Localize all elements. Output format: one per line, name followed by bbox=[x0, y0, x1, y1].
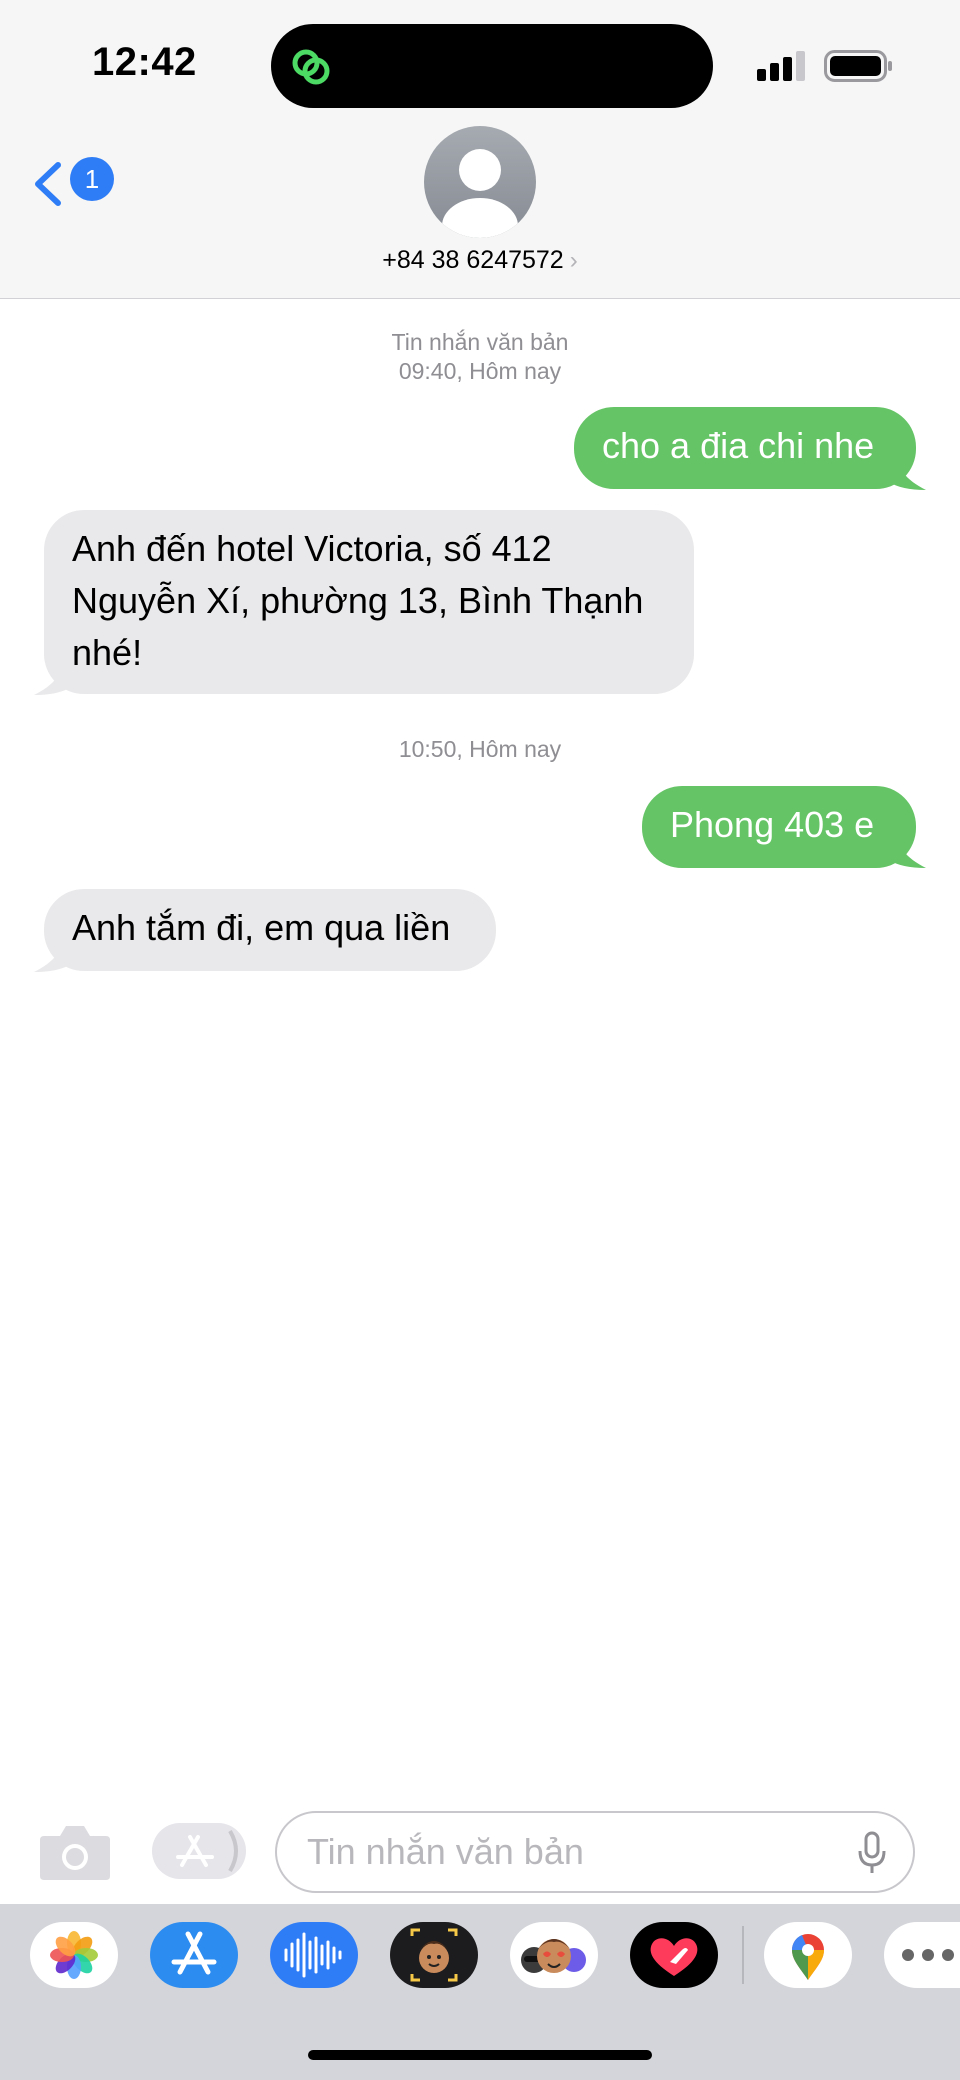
contact-avatar[interactable] bbox=[424, 126, 536, 238]
unread-count-badge: 1 bbox=[70, 157, 114, 201]
tray-divider bbox=[742, 1926, 744, 1984]
audio-message-app-button[interactable] bbox=[270, 1922, 358, 1988]
app-store-icon bbox=[176, 1829, 238, 1873]
outgoing-message[interactable]: cho a đia chi nhe bbox=[574, 407, 916, 489]
more-apps-button[interactable] bbox=[884, 1922, 960, 1988]
person-icon bbox=[442, 149, 518, 238]
photos-app-button[interactable] bbox=[30, 1922, 118, 1988]
timestamp: 09:40, Hôm nay bbox=[398, 358, 562, 384]
memoji-stickers-icon bbox=[521, 1939, 586, 1973]
cellular-signal-icon bbox=[757, 51, 805, 81]
incoming-message[interactable]: Anh đến hotel Victoria, số 412 Nguyễn Xí… bbox=[44, 510, 694, 694]
chevron-left-icon bbox=[35, 162, 61, 206]
battery-icon bbox=[824, 50, 892, 82]
message-input[interactable]: Tin nhắn văn bản bbox=[275, 1811, 915, 1893]
photos-icon bbox=[50, 1931, 98, 1979]
message-input-placeholder: Tin nhắn văn bản bbox=[307, 1831, 584, 1872]
memoji-stickers-app-button[interactable] bbox=[510, 1922, 598, 1988]
digital-touch-app-button[interactable] bbox=[630, 1922, 718, 1988]
google-maps-icon bbox=[791, 1934, 824, 1980]
microphone-icon[interactable] bbox=[857, 1831, 887, 1875]
chevron-right-icon: › bbox=[569, 247, 578, 274]
memoji-icon bbox=[410, 1928, 458, 1982]
memoji-app-button[interactable] bbox=[390, 1922, 478, 1988]
timestamp: 10:50, Hôm nay bbox=[398, 736, 562, 762]
live-activity-icon bbox=[292, 49, 330, 85]
status-time: 12:42 bbox=[92, 40, 197, 84]
back-button[interactable]: 1 bbox=[32, 154, 114, 210]
message-type-label: Tin nhắn văn bản bbox=[391, 329, 569, 355]
more-icon bbox=[902, 1949, 954, 1961]
google-maps-app-button[interactable] bbox=[764, 1922, 852, 1988]
contact-number: +84 38 6247572 bbox=[382, 246, 564, 274]
contact-name-button[interactable]: +84 38 6247572 › bbox=[0, 246, 960, 275]
camera-button[interactable] bbox=[38, 1822, 112, 1882]
apps-button[interactable] bbox=[152, 1823, 246, 1879]
incoming-message[interactable]: Anh tắm đi, em qua liền bbox=[44, 889, 496, 971]
app-store-app-button[interactable] bbox=[150, 1922, 238, 1988]
app-store-icon bbox=[171, 1931, 217, 1975]
digital-touch-icon bbox=[650, 1938, 698, 1976]
home-indicator bbox=[308, 2050, 652, 2060]
outgoing-message[interactable]: Phong 403 e bbox=[642, 786, 916, 868]
dynamic-island bbox=[271, 24, 713, 108]
audio-message-icon bbox=[284, 1932, 342, 1978]
